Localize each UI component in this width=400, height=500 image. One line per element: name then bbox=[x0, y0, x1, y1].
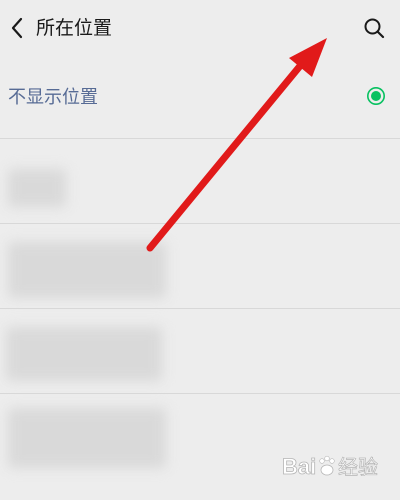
watermark-suffix: 经验 bbox=[338, 455, 378, 479]
header: 所在位置 bbox=[0, 0, 400, 56]
screen: 所在位置 不显示位置 Bai 经验 bbox=[0, 0, 400, 500]
page-title: 所在位置 bbox=[36, 17, 113, 39]
place-item[interactable] bbox=[0, 224, 400, 308]
place-item[interactable] bbox=[0, 139, 400, 223]
paw-icon bbox=[319, 455, 335, 476]
blurred-place-name bbox=[8, 169, 66, 207]
search-icon bbox=[364, 18, 385, 39]
blurred-place-name bbox=[8, 242, 166, 298]
blurred-place-name bbox=[8, 408, 166, 468]
baidu-jingyan-watermark: Bai 经验 bbox=[282, 454, 379, 480]
radio-selected-icon bbox=[367, 87, 385, 105]
no-location-label: 不显示位置 bbox=[8, 87, 98, 108]
place-item[interactable] bbox=[0, 309, 400, 393]
chevron-left-icon bbox=[11, 17, 23, 39]
blurred-place-name bbox=[6, 327, 162, 381]
no-location-option[interactable]: 不显示位置 bbox=[0, 60, 400, 138]
watermark-brand: Bai bbox=[282, 454, 316, 479]
search-button[interactable] bbox=[360, 14, 388, 42]
back-button[interactable] bbox=[6, 14, 28, 42]
